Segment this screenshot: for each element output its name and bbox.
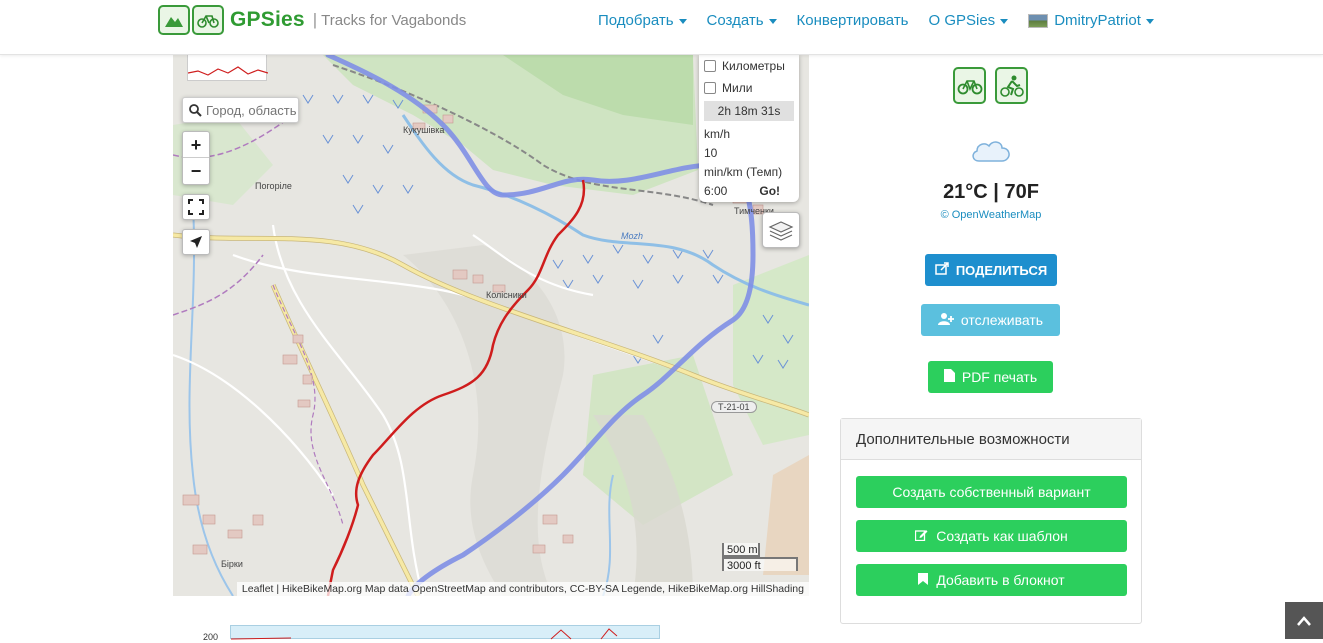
nav-find-dropdown[interactable]: Подобрать: [598, 12, 687, 29]
main-nav: Подобрать Создать Конвертировать O GPSie…: [598, 12, 1174, 29]
map-scale: 500 m 3000 ft: [722, 543, 798, 572]
pace-input[interactable]: 6:00: [704, 184, 727, 198]
nav-create-dropdown[interactable]: Создать: [707, 12, 777, 29]
kmh-input[interactable]: 10: [704, 144, 794, 163]
weather-source-link[interactable]: © OpenWeatherMap: [840, 209, 1142, 221]
create-own-button[interactable]: Создать собственный вариант: [856, 476, 1127, 508]
go-button[interactable]: Go!: [759, 184, 780, 198]
nav-convert-link[interactable]: Конвертировать: [797, 12, 909, 29]
elevation-plot-area: [230, 625, 660, 640]
weather-temperature: 21°C | 70F: [943, 181, 1039, 203]
mountain-bike-icon: [995, 67, 1028, 104]
bike-logo-icon: [192, 5, 224, 35]
add-user-icon: [937, 312, 954, 328]
chevron-down-icon: [1145, 19, 1154, 24]
place-label: Бірки: [221, 559, 243, 569]
brand-separator: |: [312, 10, 318, 29]
brand-tagline: Tracks for Vagabonds: [321, 11, 467, 29]
pdf-print-button[interactable]: PDF печать: [928, 361, 1053, 393]
share-icon: [935, 262, 949, 278]
scale-imperial: 3000 ft: [722, 557, 798, 572]
miles-option[interactable]: Мили: [704, 77, 794, 99]
bookmark-icon: [918, 572, 929, 588]
location-arrow-icon: [190, 236, 202, 248]
create-template-button[interactable]: Создать как шаблон: [856, 520, 1127, 552]
km-checkbox[interactable]: [704, 60, 716, 72]
add-notebook-button[interactable]: Добавить в блокнот: [856, 564, 1127, 596]
brand[interactable]: GPSies | Tracks for Vagabonds: [158, 0, 466, 40]
chevron-up-icon: [1297, 615, 1311, 626]
fullscreen-icon: [188, 199, 204, 215]
nav-about-dropdown[interactable]: O GPSies: [929, 12, 1009, 29]
layers-button[interactable]: [762, 212, 800, 248]
kmh-label: km/h: [704, 127, 731, 141]
extras-panel-title: Дополнительные возможности: [841, 419, 1141, 460]
logo: [158, 5, 224, 35]
top-navbar: GPSies | Tracks for Vagabonds Подобрать …: [0, 0, 1323, 55]
road-shield: Т-21-01: [711, 401, 757, 413]
map-attribution[interactable]: Leaflet | HikeBikeMap.org Map data OpenS…: [236, 582, 809, 596]
zoom-control: + −: [182, 131, 210, 185]
place-label: Колісники: [486, 290, 527, 300]
locate-button[interactable]: [182, 229, 210, 255]
layers-icon: [768, 221, 794, 241]
elevation-chart: 200: [185, 620, 665, 642]
duration-readout: 2h 18m 31s: [704, 101, 794, 121]
place-label: Кукушівка: [403, 125, 445, 135]
miles-checkbox[interactable]: [704, 82, 716, 94]
brand-name: GPSies: [230, 8, 305, 31]
pace-label: min/km (Темп): [704, 165, 783, 179]
zoom-out-button[interactable]: −: [183, 158, 209, 184]
map-search-input[interactable]: [206, 102, 296, 118]
track-map[interactable]: Кукушівка Погоріле Колісники Тимченки Бі…: [173, 55, 809, 596]
bicycle-icon: [953, 67, 986, 104]
extras-panel: Дополнительные возможности Создать собст…: [840, 418, 1142, 624]
chevron-down-icon: [678, 19, 687, 24]
avatar: [1028, 13, 1049, 28]
cloud-icon: [969, 137, 1013, 168]
map-search[interactable]: [182, 97, 299, 123]
scale-metric: 500 m: [722, 543, 760, 557]
scroll-to-top-button[interactable]: [1285, 602, 1323, 639]
speed-calculator: Километры Мили 2h 18m 31s km/h 10 min/km…: [699, 55, 799, 202]
hiker-logo-icon: [158, 5, 190, 35]
edit-icon: [915, 529, 928, 544]
search-icon: [189, 103, 202, 117]
zoom-in-button[interactable]: +: [183, 132, 209, 158]
km-option[interactable]: Километры: [704, 55, 794, 77]
activity-icons: [953, 67, 1028, 104]
river-label: Mozh: [621, 231, 644, 241]
fullscreen-button[interactable]: [182, 194, 210, 220]
file-icon: [943, 369, 955, 385]
elevation-tick-label: 200: [203, 632, 219, 642]
elevation-mini-profile: [187, 55, 269, 81]
chevron-down-icon: [768, 19, 777, 24]
track-button[interactable]: отслеживать: [921, 304, 1060, 336]
nav-user-dropdown[interactable]: DmitryPatriot: [1028, 12, 1154, 29]
share-button[interactable]: ПОДЕЛИТЬСЯ: [925, 254, 1057, 286]
place-label: Погоріле: [255, 181, 292, 191]
chevron-down-icon: [1000, 19, 1009, 24]
